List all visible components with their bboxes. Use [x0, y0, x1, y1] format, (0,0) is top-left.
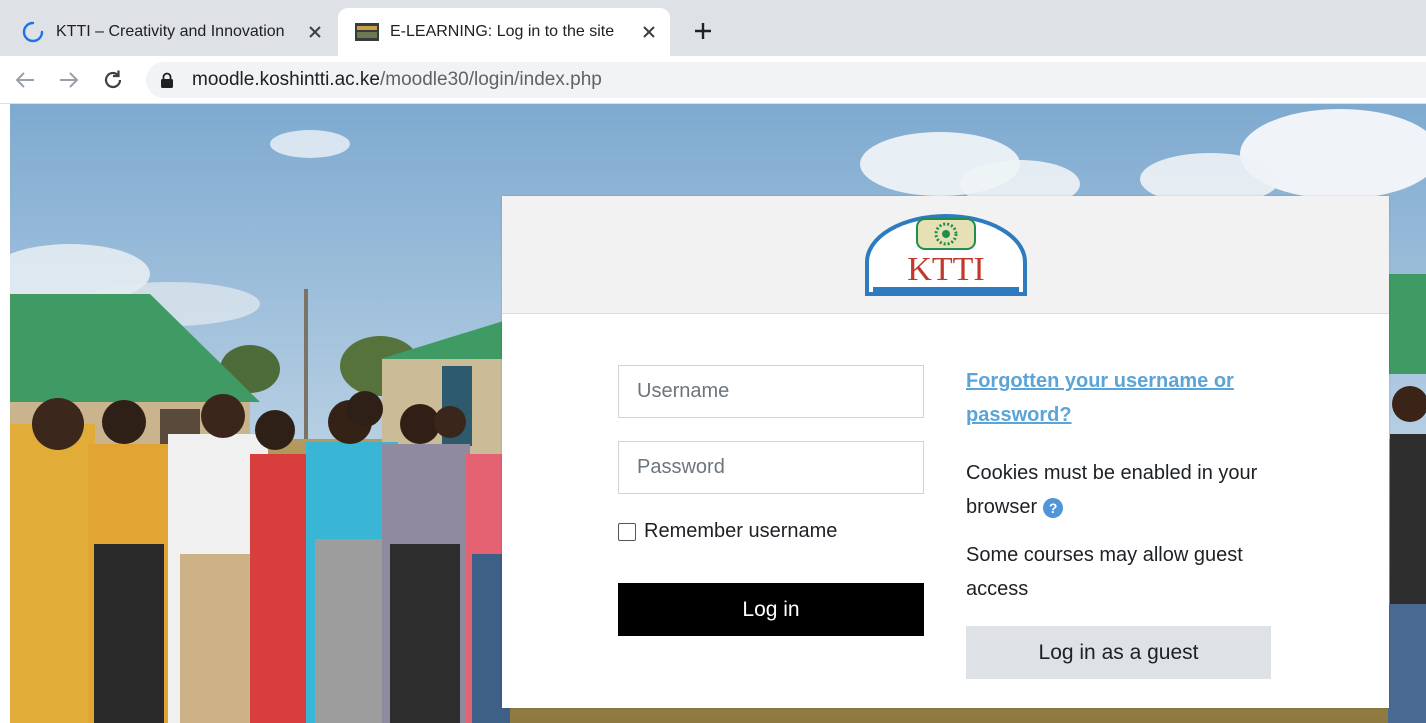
- forgot-password-link[interactable]: Forgotten your username or password?: [966, 364, 1286, 432]
- ktti-logo: KTTI: [864, 213, 1027, 296]
- guest-login-button[interactable]: Log in as a guest: [966, 626, 1271, 679]
- new-tab-button[interactable]: [690, 18, 716, 44]
- cookies-note: Cookies must be enabled in your browser?: [966, 456, 1286, 524]
- url-path: /moodle30/login/index.php: [380, 69, 602, 90]
- close-tab-icon[interactable]: [304, 21, 326, 43]
- password-input[interactable]: [618, 441, 924, 494]
- browser-toolbar: moodle.koshintti.ac.ke/moodle30/login/in…: [0, 56, 1426, 104]
- remember-checkbox[interactable]: [618, 522, 636, 541]
- arrow-right-icon: [60, 72, 79, 88]
- card-header: KTTI: [502, 196, 1389, 314]
- login-button[interactable]: Log in: [618, 583, 924, 636]
- lock-icon: [160, 71, 176, 89]
- tab-elearning[interactable]: E-LEARNING: Log in to the site: [338, 8, 670, 56]
- help-icon[interactable]: ?: [1043, 497, 1064, 518]
- close-tab-icon[interactable]: [638, 21, 660, 43]
- remember-label: Remember username: [644, 520, 838, 542]
- back-button[interactable]: [12, 67, 38, 93]
- url-host: moodle.koshintti.ac.ke: [192, 69, 380, 90]
- cookies-note-text: Cookies must be enabled in your browser: [966, 462, 1258, 518]
- loading-spinner-icon: [20, 21, 46, 43]
- tab-strip: KTTI – Creativity and Innovation E-LEARN…: [0, 0, 1426, 56]
- tab-title: KTTI – Creativity and Innovation: [56, 23, 285, 40]
- url-text: moodle.koshintti.ac.ke/moodle30/login/in…: [192, 69, 602, 91]
- username-input[interactable]: [618, 365, 924, 418]
- guest-access-note: Some courses may allow guest access: [966, 544, 1243, 600]
- site-favicon-icon: [354, 21, 380, 43]
- address-bar[interactable]: moodle.koshintti.ac.ke/moodle30/login/in…: [146, 62, 1426, 98]
- reload-icon: [104, 70, 122, 89]
- forward-button[interactable]: [56, 67, 82, 93]
- tab-ktti[interactable]: KTTI – Creativity and Innovation: [12, 8, 336, 56]
- tab-title: E-LEARNING: Log in to the site: [390, 23, 615, 40]
- remember-username[interactable]: Remember username: [618, 520, 837, 543]
- page-viewport: KTTI Remember username Log in Forgotten …: [10, 104, 1426, 723]
- login-info-column: Forgotten your username or password? Coo…: [966, 364, 1286, 606]
- logo-text: KTTI: [907, 251, 984, 288]
- arrow-left-icon: [15, 72, 34, 88]
- login-card: KTTI Remember username Log in Forgotten …: [502, 196, 1389, 708]
- reload-button[interactable]: [100, 67, 126, 93]
- plus-icon: [695, 23, 711, 39]
